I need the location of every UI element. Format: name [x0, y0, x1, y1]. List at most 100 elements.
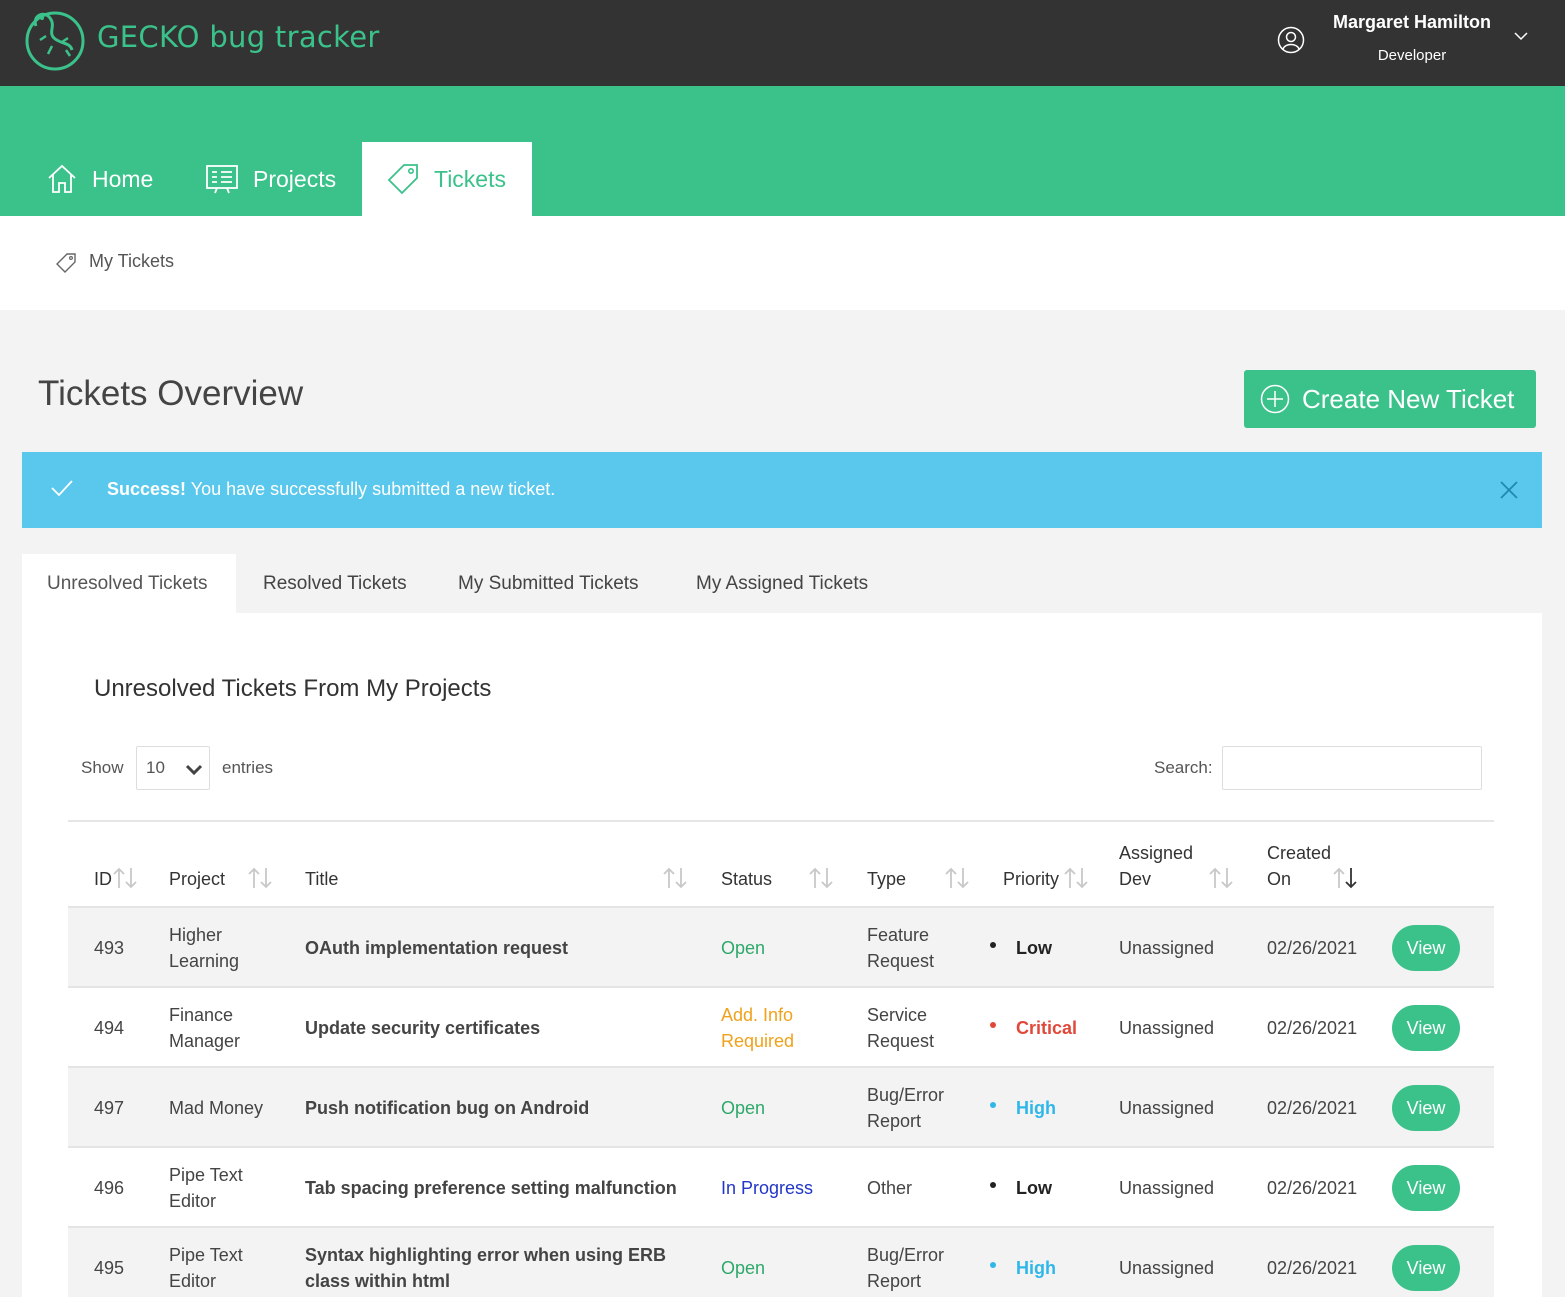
- nav-projects[interactable]: Projects: [205, 142, 336, 216]
- projects-icon: [206, 165, 238, 194]
- create-ticket-label: Create New Ticket: [1302, 383, 1515, 414]
- col-priority[interactable]: Priority: [1003, 866, 1059, 892]
- view-button[interactable]: View: [1392, 1165, 1460, 1211]
- cell-type: Service Request: [867, 1005, 935, 1051]
- col-assigned-line2: Dev: [1119, 869, 1152, 889]
- tab-my-submitted[interactable]: My Submitted Tickets: [458, 554, 639, 614]
- cell-priority: High: [1016, 1098, 1056, 1118]
- sort-icon[interactable]: [944, 866, 970, 890]
- cell-title[interactable]: Syntax highlighting error when using ERB…: [305, 1228, 705, 1297]
- cell-assigned: Unassigned: [1119, 1098, 1215, 1118]
- cell-created: 02/26/2021: [1267, 1098, 1358, 1118]
- user-icon[interactable]: [1277, 26, 1305, 54]
- view-button[interactable]: View: [1392, 1005, 1460, 1051]
- view-button[interactable]: View: [1392, 1085, 1460, 1131]
- nav-projects-label: Projects: [253, 165, 337, 192]
- cell-priority: Critical: [1016, 1018, 1078, 1038]
- cell-title[interactable]: Update security certificates: [305, 988, 705, 1068]
- brand-title[interactable]: GECKO bug tracker: [97, 20, 380, 54]
- close-icon[interactable]: [1499, 480, 1519, 500]
- tab-unresolved[interactable]: Unresolved Tickets: [22, 554, 236, 614]
- entries-select-value: 10: [146, 758, 165, 777]
- tab-resolved[interactable]: Resolved Tickets: [263, 554, 407, 614]
- priority-dot: [990, 1022, 996, 1028]
- create-ticket-button[interactable]: Create New Ticket: [1244, 370, 1536, 428]
- col-project[interactable]: Project: [169, 866, 225, 892]
- sort-icon[interactable]: [808, 866, 834, 890]
- home-icon: [48, 164, 76, 193]
- cell-assigned: Unassigned: [1119, 938, 1215, 958]
- col-id[interactable]: ID: [94, 866, 112, 892]
- nav-home[interactable]: Home: [46, 142, 153, 216]
- sort-icon[interactable]: [112, 866, 138, 890]
- col-assigned-dev[interactable]: Assigned Dev: [1119, 840, 1193, 892]
- cell-created: 02/26/2021: [1267, 1258, 1358, 1278]
- chevron-down-icon: [185, 764, 203, 775]
- cell-project: Finance Manager: [169, 1005, 241, 1051]
- breadcrumb: My Tickets: [0, 216, 1565, 310]
- user-name[interactable]: Margaret Hamilton: [1312, 12, 1512, 33]
- priority-dot: [990, 1262, 996, 1268]
- gecko-logo-icon[interactable]: [22, 6, 88, 72]
- sort-icon[interactable]: [662, 866, 688, 890]
- col-created-on[interactable]: Created On: [1267, 840, 1331, 892]
- cell-title[interactable]: Tab spacing preference setting malfuncti…: [305, 1148, 705, 1228]
- panel-title: Unresolved Tickets From My Projects: [94, 675, 492, 702]
- priority-dot: [990, 1182, 996, 1188]
- tag-icon: [56, 253, 76, 273]
- cell-status: Open: [721, 938, 766, 958]
- entries-select[interactable]: 10: [136, 746, 210, 790]
- cell-project: Pipe Text Editor: [169, 1165, 243, 1211]
- cell-id: 495: [94, 1258, 125, 1278]
- cell-assigned: Unassigned: [1119, 1178, 1215, 1198]
- chevron-down-icon[interactable]: [1514, 31, 1528, 41]
- cell-id: 493: [94, 938, 125, 958]
- top-bar: GECKO bug tracker Margaret Hamilton Deve…: [0, 0, 1565, 86]
- cell-created: 02/26/2021: [1267, 1178, 1358, 1198]
- search-input[interactable]: [1222, 746, 1482, 790]
- cell-type: Bug/Error Report: [867, 1245, 945, 1291]
- page-title: Tickets Overview: [38, 374, 304, 413]
- nav-tickets-label: Tickets: [434, 165, 506, 192]
- sort-icon[interactable]: [1208, 866, 1234, 890]
- cell-status: Add. Info Required: [721, 1005, 795, 1051]
- cell-title[interactable]: OAuth implementation request: [305, 908, 705, 988]
- divider: [68, 820, 1494, 822]
- view-button[interactable]: View: [1392, 1245, 1460, 1291]
- cell-project: Pipe Text Editor: [169, 1245, 243, 1291]
- tab-my-assigned[interactable]: My Assigned Tickets: [696, 554, 868, 614]
- sort-icon[interactable]: [1063, 866, 1089, 890]
- cell-title[interactable]: Push notification bug on Android: [305, 1068, 705, 1148]
- cell-project: Higher Learning: [169, 925, 240, 971]
- view-button[interactable]: View: [1392, 925, 1460, 971]
- table-row: 496 Pipe Text Editor Tab spacing preferenc…: [68, 1146, 1494, 1226]
- cell-type: Feature Request: [867, 925, 935, 971]
- nav-tickets[interactable]: Tickets: [362, 142, 532, 216]
- alert-body: You have successfully submitted a new ti…: [186, 479, 556, 499]
- cell-created: 02/26/2021: [1267, 1018, 1358, 1038]
- cell-type: Bug/Error Report: [867, 1085, 945, 1131]
- user-role: Developer: [1377, 47, 1447, 64]
- priority-dot: [990, 942, 996, 948]
- cell-created: 02/26/2021: [1267, 938, 1358, 958]
- sort-icon[interactable]: [247, 866, 273, 890]
- table-row: 493 Higher Learning OAuth implementation r…: [68, 906, 1494, 986]
- tickets-panel: Unresolved Tickets From My Projects Show…: [22, 613, 1542, 1297]
- alert-strong: Success!: [107, 479, 187, 499]
- table-header: ID Project Title Status Type Priority As…: [68, 828, 1494, 906]
- cell-status: Open: [721, 1258, 766, 1278]
- cell-assigned: Unassigned: [1119, 1258, 1215, 1278]
- entries-label: entries: [222, 758, 274, 777]
- table-row: 497 Mad Money Push notification bug on And…: [68, 1066, 1494, 1146]
- col-status[interactable]: Status: [721, 866, 772, 892]
- sort-desc-icon[interactable]: [1332, 866, 1358, 890]
- col-type[interactable]: Type: [867, 866, 906, 892]
- breadcrumb-label[interactable]: My Tickets: [89, 251, 174, 272]
- search-label: Search:: [1154, 758, 1213, 777]
- col-assigned-line1: Assigned: [1119, 843, 1194, 863]
- show-label: Show: [81, 758, 124, 777]
- table-row: 495 Pipe Text Editor Syntax highlighting e…: [68, 1226, 1494, 1297]
- checkmark-icon: [51, 480, 73, 497]
- col-title[interactable]: Title: [305, 866, 338, 892]
- cell-id: 496: [94, 1178, 125, 1198]
